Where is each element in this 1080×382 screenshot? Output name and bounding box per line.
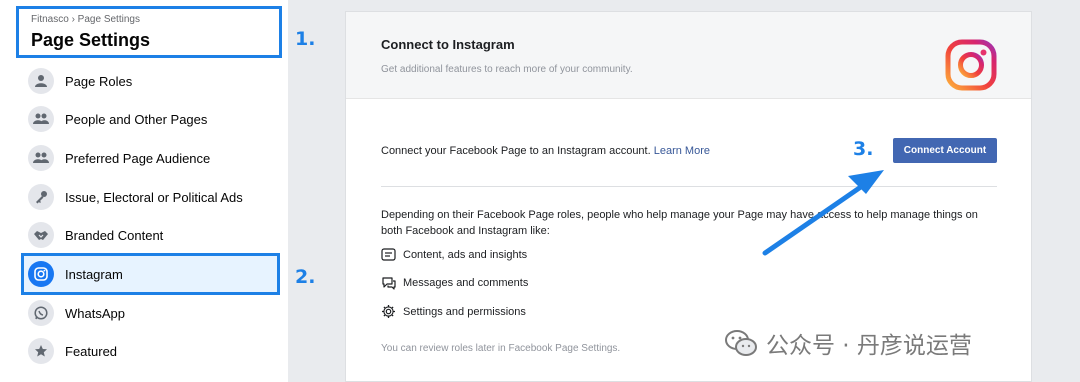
pointer-arrow-icon: [762, 170, 884, 256]
watermark-text: 公众号 · 丹彦说运营: [766, 333, 972, 359]
watermark: 公众号 · 丹彦说运营: [724, 326, 972, 360]
wechat-icon: [725, 330, 757, 356]
